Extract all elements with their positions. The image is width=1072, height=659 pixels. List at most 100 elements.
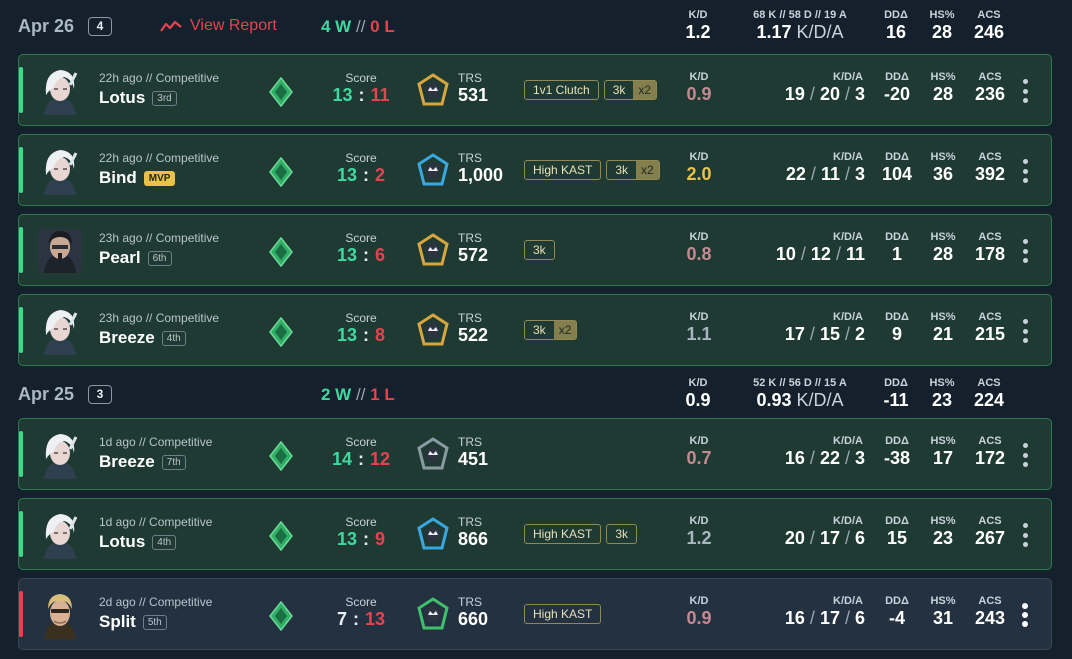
day-acs: ACS 224 [968,377,1010,411]
score-label: Score [345,515,377,529]
rank-icon [268,600,294,632]
kd-value: 1.2 [686,528,712,548]
acs-label: ACS [978,595,1002,607]
trs-rank-icon [417,233,449,267]
match-kda: K/D/A 16/17/6 [749,595,865,629]
trs-score: TRS 866 [458,515,488,550]
achievement-tags: High KAST 3k [524,524,638,544]
kd-value: 2.0 [686,164,712,184]
match-row[interactable]: 23h ago // Competitive Pearl 6th Score 13:6 T… [18,214,1052,286]
score-label: Score [345,435,377,449]
agent-avatar [34,509,86,561]
score-team: 14 [331,449,352,469]
match-row[interactable]: 1d ago // Competitive Breeze 7th Score 14:12… [18,418,1052,490]
hs-label: HS% [930,595,956,607]
kd-label: K/D [689,151,709,163]
day-kda-suffix: K/D/A [796,390,844,410]
kda-label: K/D/A [833,151,863,163]
score-team: 13 [336,165,357,185]
achievement-tags: 3k [524,240,555,260]
hs-label: HS% [930,515,956,527]
trs-score: TRS 531 [458,71,488,106]
rank-icon [268,76,294,108]
day-losses: 1 L [370,385,395,404]
trs-rank-icon [417,437,449,471]
match-score: Score 7:13 [319,595,403,630]
result-indicator [19,591,23,637]
kda-sep: / [844,84,850,104]
tag-multiplier: x2 [553,321,577,339]
more-options-icon[interactable] [1021,159,1029,183]
more-options-icon[interactable] [1021,603,1029,627]
match-row[interactable]: 22h ago // Competitive Bind MVP Score 13:2 TR… [18,134,1052,206]
kda-label: K/D/A [833,595,863,607]
day-kd: K/D 1.2 [680,9,716,43]
map-name: Lotus [99,532,146,551]
match-row[interactable]: 22h ago // Competitive Lotus 3rd Score 13:11… [18,54,1052,126]
achievement-tags: 1v1 Clutch 3k x2 [524,80,658,100]
trs-value: 1,000 [458,165,504,185]
assists: 6 [854,528,865,548]
match-row[interactable]: 23h ago // Competitive Breeze 4th Score 13:8… [18,294,1052,366]
trs-rank-icon [417,597,449,631]
more-options-icon[interactable] [1021,239,1029,263]
dd-label: DDΔ [885,311,909,323]
day-kd-label: K/D [688,9,708,21]
match-dd: DDΔ -38 [877,435,917,469]
day-kda-ratio: 1.17 [756,22,792,42]
more-options-icon[interactable] [1021,319,1029,343]
score-enemy: 9 [375,529,386,549]
trs-label: TRS [458,231,482,245]
score-colon: : [363,165,369,185]
more-options-icon[interactable] [1021,523,1029,547]
kda-label: K/D/A [833,515,863,527]
score-team: 13 [336,245,357,265]
kda-sep: / [809,528,815,548]
rank-icon [268,520,294,552]
hs-value: 28 [932,244,954,264]
trs-label: TRS [458,71,482,85]
placement-badge: 3rd [152,90,177,106]
match-kd: K/D 0.9 [681,595,717,629]
acs-label: ACS [978,311,1002,323]
dd-value: 9 [891,324,902,344]
dd-label: DDΔ [885,151,909,163]
day-win-loss: 2 W // 1 L [321,385,395,405]
tag-multiplier: x2 [633,81,657,99]
view-report-button[interactable]: View Report [160,17,277,35]
map-name: Breeze [99,328,155,347]
trs-value: 451 [458,449,489,469]
agent-avatar [34,145,86,197]
dd-value: 15 [886,528,908,548]
assists: 11 [845,244,865,264]
day-acs: ACS 246 [968,9,1010,43]
hs-label: HS% [930,71,956,83]
trs-score: TRS 660 [458,595,488,630]
match-row[interactable]: 2d ago // Competitive Split 5th Score 7:13 TR… [18,578,1052,650]
kda-label: K/D/A [833,311,863,323]
trs-label: TRS [458,595,482,609]
tag-label: 1v1 Clutch [533,83,590,97]
tag-label: 3k [615,163,629,177]
match-kd: K/D 1.1 [681,311,717,345]
day-hs: HS% 28 [924,9,960,43]
trs-rank-icon [417,517,449,551]
day-header-apr-26: Apr 26 4 View Report 4 W // 0 L K/D 1.2 … [0,0,1072,50]
result-indicator [19,431,23,477]
kda-sep: / [844,528,850,548]
match-dd: DDΔ 15 [877,515,917,549]
dd-label: DDΔ [885,435,909,447]
placement-badge: 6th [147,250,172,266]
more-options-icon[interactable] [1021,443,1029,467]
dd-label: DDΔ [885,71,909,83]
match-kda: K/D/A 19/20/3 [749,71,865,105]
match-meta: 23h ago // Competitive Breeze 4th [99,311,219,348]
match-row[interactable]: 1d ago // Competitive Lotus 4th Score 13:9 TR… [18,498,1052,570]
deaths: 22 [819,448,840,468]
achievement-tag: High KAST [524,160,602,180]
match-acs: ACS 243 [969,595,1011,629]
score-colon: : [358,85,365,105]
trend-chart-icon [160,20,182,32]
more-options-icon[interactable] [1021,79,1029,103]
trs-rank-icon [417,73,449,107]
